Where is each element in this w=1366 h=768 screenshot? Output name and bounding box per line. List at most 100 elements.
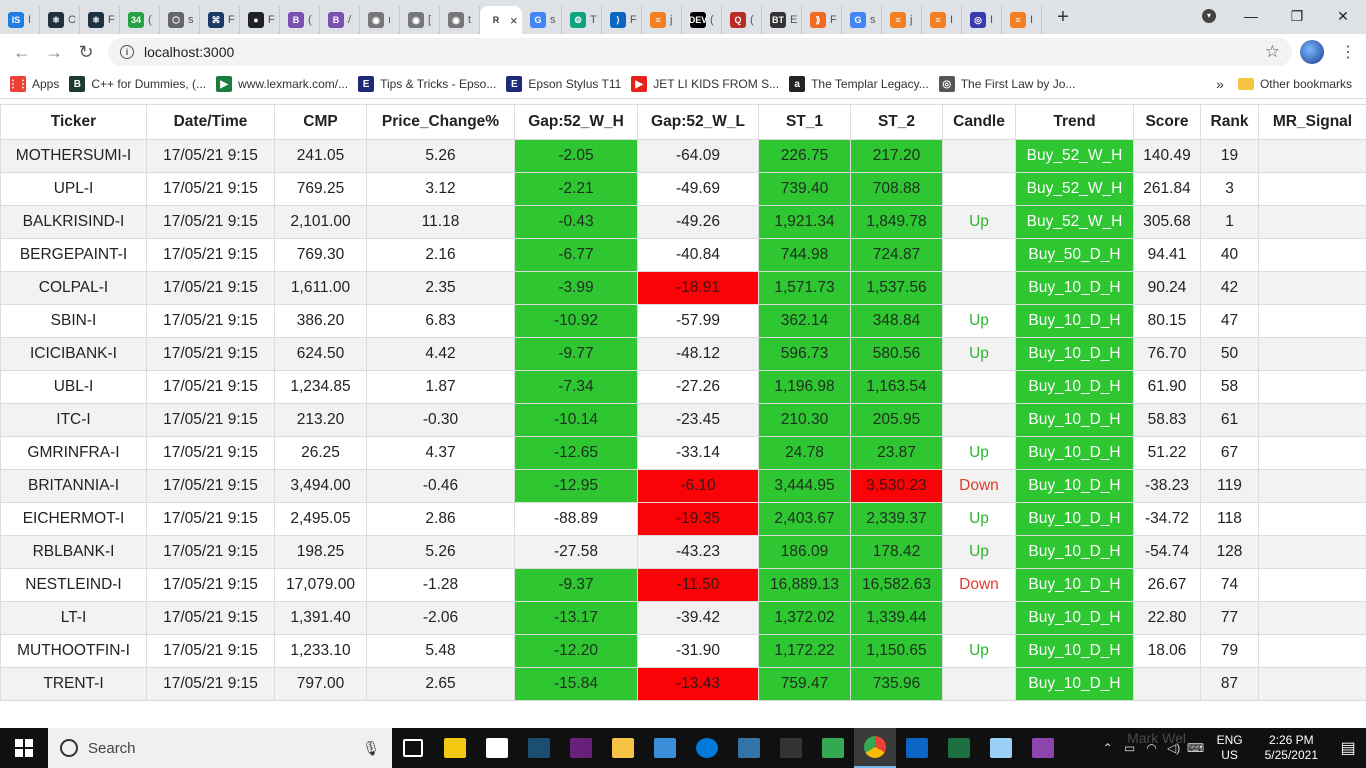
score-cell: 61.90 [1133,370,1201,404]
trend-cell: Buy_52_W_H [1015,205,1134,239]
browser-tab[interactable]: BT E [762,6,802,34]
score-cell: 26.67 [1133,568,1201,602]
browser-tab[interactable]: ● F [240,6,280,34]
browser-tab[interactable]: ⬡ s [160,6,200,34]
browser-tab[interactable]: ◎ I [962,6,1002,34]
browser-tab[interactable]: ≡ j [882,6,922,34]
address-bar[interactable]: i localhost:3000 ☆ [108,38,1292,66]
microphone-icon[interactable]: 🎙 [362,740,380,757]
winrar-icon[interactable] [1022,728,1064,768]
tab-favicon-icon: B [288,12,304,28]
excel-icon[interactable] [938,728,980,768]
bookmark-item[interactable]: ▶ www.lexmark.com/... [216,76,348,92]
trend-cell: Buy_10_D_H [1015,304,1134,338]
file-explorer-icon[interactable] [602,728,644,768]
url-text[interactable]: localhost:3000 [144,44,234,60]
info-icon[interactable]: i [120,45,134,59]
browser-tab[interactable]: ≡ I [1002,6,1042,34]
start-button[interactable] [0,728,48,768]
browser-tab[interactable]: Gs [522,6,562,34]
browser-tab[interactable]: ⟫ F [802,6,842,34]
bookmark-item[interactable]: a The Templar Legacy... [789,76,929,92]
language-indicator[interactable]: ENG US [1217,733,1243,763]
chrome-icon[interactable] [854,728,896,768]
chevron-up-icon[interactable]: ⌃ [1097,741,1119,755]
browser-tab[interactable]: 34 ( [120,6,160,34]
browser-tab[interactable]: IS I [0,6,40,34]
column-header: Ticker [0,104,147,140]
tab-search-icon[interactable]: ▾ [1202,9,1216,23]
bookmark-item[interactable]: ▶ JET LI KIDS FROM S... [631,76,779,92]
bookmark-item[interactable]: ⋮⋮ Apps [8,76,59,92]
browser-tab[interactable]: ◉[ [400,6,440,34]
gap-52w-low-cell: -11.50 [637,568,759,602]
browser-tab[interactable]: ◉ ı [360,6,400,34]
forward-arrow-icon[interactable]: → [38,42,70,63]
browser-tab[interactable]: Gs [842,6,882,34]
datetime-cell: 17/05/21 9:15 [146,502,275,536]
minimize-button[interactable]: — [1228,8,1274,24]
clock[interactable]: 2:26 PM 5/25/2021 [1265,733,1318,763]
price-change-cell: 3.12 [366,172,515,206]
close-window-button[interactable]: ✕ [1320,8,1366,25]
task-view-icon[interactable] [392,728,434,768]
new-tab-button[interactable]: + [1048,6,1078,29]
bookmarks-overflow-icon[interactable]: » [1216,76,1224,92]
price-change-cell: -2.06 [366,601,515,635]
ticker-cell: TRENT-I [0,667,147,701]
mail-icon[interactable] [476,728,518,768]
browser-tab[interactable]: Q( [722,6,762,34]
back-arrow-icon[interactable]: ← [6,42,38,63]
bookmark-item[interactable]: E Epson Stylus T11 [506,76,621,92]
bookmark-item[interactable]: ◎ The First Law by Jo... [938,76,1075,92]
cmp-cell: 241.05 [274,139,367,173]
browser-tab[interactable]: ⟩ F [602,6,642,34]
candle-cell [942,238,1016,272]
bookmark-item[interactable]: E Tips & Tricks - Epso... [358,76,496,92]
profile-avatar[interactable] [1300,40,1324,64]
tab-favicon-icon: B [328,12,344,28]
tab-label: t [468,14,472,26]
terminal-icon[interactable] [770,728,812,768]
tab-close-icon[interactable]: × [510,13,518,28]
browser-tab[interactable]: DEV( [682,6,722,34]
python-icon[interactable] [728,728,770,768]
keyboard-icon[interactable]: ⌨ [1185,741,1207,755]
browser-tab[interactable]: ⚙ T [562,6,602,34]
menu-dots-icon[interactable]: ⋮ [1340,42,1356,62]
bookmark-item[interactable]: B C++ for Dummies, (... [69,76,206,92]
browser-tab[interactable]: R × [480,6,522,34]
vscode-icon[interactable] [896,728,938,768]
notification-icon[interactable]: ▤ [1330,738,1366,758]
ticker-cell: ITC-I [0,403,147,437]
reload-icon[interactable]: ↻ [70,42,102,63]
other-bookmarks[interactable]: Other bookmarks [1260,77,1352,91]
browser-tab[interactable]: ⚛ C [40,6,80,34]
pen-icon[interactable] [980,728,1022,768]
mysql-workbench-icon[interactable] [518,728,560,768]
taskbar-search[interactable]: Search 🎙 [48,728,392,768]
browser-tab[interactable]: B( [280,6,320,34]
vs-icon[interactable] [560,728,602,768]
browser-tab[interactable]: ⌘ F [200,6,240,34]
browser-tab[interactable]: ≡ j [642,6,682,34]
st2-cell: 724.87 [850,238,943,272]
browser-tab[interactable]: ⚛ F [80,6,120,34]
browser-tab[interactable]: ≡ I [922,6,962,34]
score-cell: 51.22 [1133,436,1201,470]
maps-icon[interactable] [812,728,854,768]
bookmark-label: Tips & Tricks - Epso... [380,77,497,91]
st2-cell: 1,150.65 [850,634,943,668]
store-icon[interactable] [434,728,476,768]
browser-tab[interactable]: ◉ t [440,6,480,34]
edge-icon[interactable] [686,728,728,768]
notepad-icon[interactable] [644,728,686,768]
browser-tab[interactable]: B / [320,6,360,34]
st1-cell: 1,921.34 [758,205,851,239]
table-row: UPL-I 17/05/21 9:15 769.25 3.12 -2.21 -49.69 7… [0,172,1366,206]
bookmark-star-icon[interactable]: ☆ [1265,42,1280,62]
column-header: Price_Change% [366,104,515,140]
column-header: Gap:52_W_L [637,104,759,140]
maximize-button[interactable]: ❐ [1274,8,1320,25]
mr-signal-cell [1258,436,1366,470]
